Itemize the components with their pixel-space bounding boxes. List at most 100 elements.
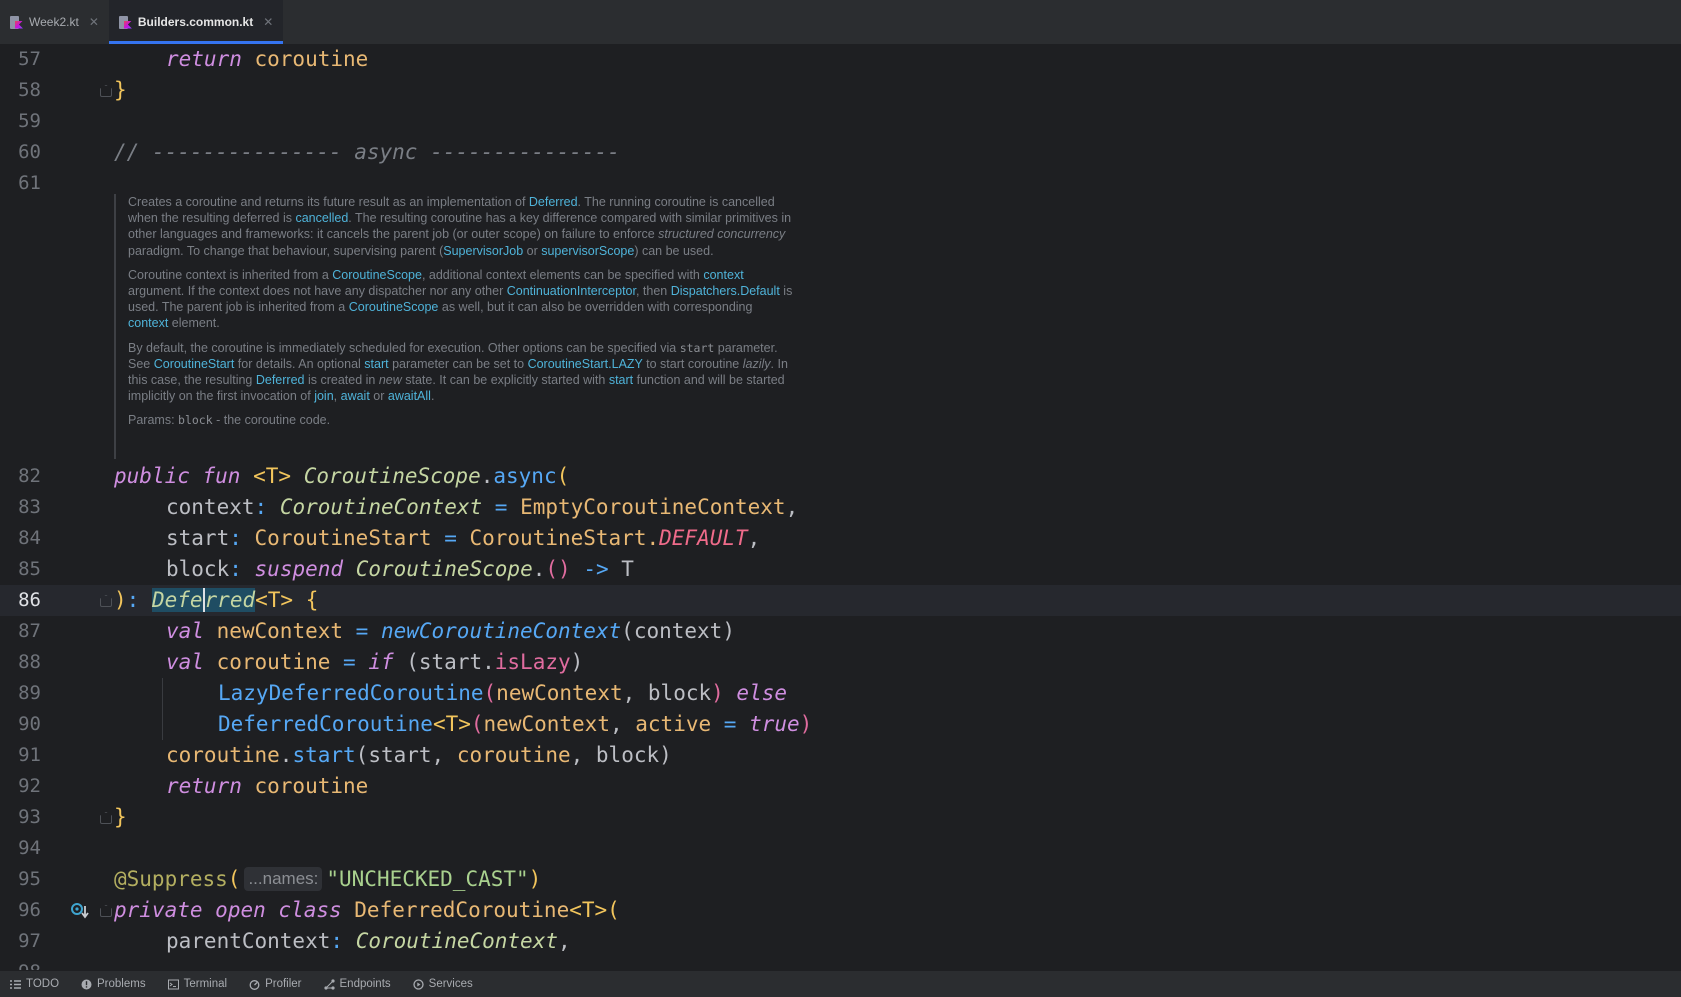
code-line[interactable]: 82 public fun <T> CoroutineScope.async( xyxy=(0,461,1681,492)
kotlin-file-icon xyxy=(10,15,23,29)
doc-link[interactable]: start xyxy=(609,373,633,387)
code-line[interactable]: 92 return coroutine xyxy=(0,771,1681,802)
fold-marker-icon[interactable] xyxy=(100,812,112,824)
line-number: 94 xyxy=(18,837,41,859)
todo-tool-button[interactable]: TODO xyxy=(10,978,59,990)
code-line[interactable]: 57 return coroutine xyxy=(0,44,1681,75)
doc-link[interactable]: context xyxy=(703,268,743,282)
dot: . xyxy=(480,464,494,488)
doc-link[interactable]: CoroutineStart.LAZY xyxy=(528,357,643,371)
code-line[interactable]: 98 xyxy=(0,957,1681,970)
line-number: 98 xyxy=(0,957,41,970)
doc-link[interactable]: await xyxy=(341,389,370,403)
doc-link[interactable]: supervisorScope xyxy=(541,244,634,258)
annotation: @Suppress xyxy=(114,867,228,891)
return-type: T xyxy=(621,557,634,581)
doc-link[interactable]: awaitAll xyxy=(388,389,431,403)
line-number: 86 xyxy=(18,589,41,611)
doc-link[interactable]: CoroutineStart xyxy=(154,357,235,371)
code-line-current[interactable]: 86 ): Deferred<T> { xyxy=(0,585,1681,616)
fold-marker-icon[interactable] xyxy=(100,905,112,917)
keyword: if xyxy=(368,650,394,674)
doc-link[interactable]: Deferred xyxy=(529,195,578,209)
function-call: start xyxy=(292,743,356,767)
doc-link[interactable]: join xyxy=(314,389,333,403)
close-icon[interactable]: ✕ xyxy=(263,15,273,29)
type-parameter: <T> xyxy=(569,898,608,922)
paren: ) xyxy=(711,681,724,705)
comma: , xyxy=(747,526,761,550)
doc-link[interactable]: ContinuationInterceptor xyxy=(507,284,636,298)
parameter-type: CoroutineStart xyxy=(254,526,432,550)
paren: ) xyxy=(799,712,813,736)
doc-link[interactable]: CoroutineScope xyxy=(332,268,422,282)
arguments: (start. xyxy=(393,650,495,674)
doc-link[interactable]: cancelled xyxy=(295,211,348,225)
problems-tool-button[interactable]: Problems xyxy=(81,978,146,990)
code-line[interactable]: 59 xyxy=(0,106,1681,137)
code-line[interactable]: 84 start: CoroutineStart = CoroutineStar… xyxy=(0,523,1681,554)
code-line[interactable]: 93 } xyxy=(0,802,1681,833)
terminal-icon xyxy=(167,979,179,989)
tab-builders-common[interactable]: Builders.common.kt ✕ xyxy=(108,0,284,44)
code-line[interactable]: 91 coroutine.start(start, coroutine, blo… xyxy=(0,740,1681,771)
function-call: newCoroutineContext xyxy=(380,619,622,643)
tool-button-label: Services xyxy=(428,978,473,990)
code-line[interactable]: 83 context: CoroutineContext = EmptyCoro… xyxy=(0,492,1681,523)
argument: newContext xyxy=(483,712,610,736)
code-line[interactable]: 88 val coroutine = if (start.isLazy) xyxy=(0,647,1681,678)
line-number: 91 xyxy=(18,744,41,766)
doc-link[interactable]: CoroutineScope xyxy=(349,300,439,314)
keyword: class xyxy=(278,898,342,922)
code-editor[interactable]: 57 return coroutine 58 } 59 60 // ------… xyxy=(0,44,1681,970)
keyword: suspend xyxy=(254,557,344,581)
code-line[interactable]: 87 val newContext = newCoroutineContext(… xyxy=(0,616,1681,647)
close-icon[interactable]: ✕ xyxy=(89,15,99,29)
editor-tab-bar: Week2.kt ✕ Builders.common.kt ✕ xyxy=(0,0,1681,44)
tab-week2[interactable]: Week2.kt ✕ xyxy=(0,0,109,44)
line-number: 93 xyxy=(18,806,41,828)
code-line[interactable]: 85 block: suspend CoroutineScope.() -> T xyxy=(0,554,1681,585)
code-line[interactable]: 94 xyxy=(0,833,1681,864)
paren: ) xyxy=(570,650,584,674)
implemented-by-subclass-icon[interactable] xyxy=(70,901,90,921)
endpoints-tool-button[interactable]: Endpoints xyxy=(323,978,391,990)
tool-button-label: TODO xyxy=(26,978,60,990)
code-line[interactable]: 58 } xyxy=(0,75,1681,106)
named-argument: active xyxy=(635,712,712,736)
services-tool-button[interactable]: Services xyxy=(413,978,473,990)
fold-marker-icon[interactable] xyxy=(100,595,112,607)
colon: : xyxy=(229,526,242,550)
terminal-tool-button[interactable]: Terminal xyxy=(167,978,227,990)
paren: ) xyxy=(528,867,542,891)
keyword: return xyxy=(166,774,242,798)
string-literal: "UNCHECKED_CAST" xyxy=(326,867,529,891)
doc-paragraph: Coroutine context is inherited from a Co… xyxy=(128,267,793,331)
parens: () xyxy=(545,557,571,581)
code-line[interactable]: 97 parentContext: CoroutineContext, xyxy=(0,926,1681,957)
doc-link[interactable]: start xyxy=(364,357,388,371)
keyword: val xyxy=(166,650,204,674)
code-line[interactable]: 96 private open class DeferredCoroutine<… xyxy=(0,895,1681,926)
doc-link[interactable]: SupervisorJob xyxy=(443,244,523,258)
colon: : xyxy=(126,588,152,612)
doc-link[interactable]: Dispatchers.Default xyxy=(671,284,780,298)
profiler-tool-button[interactable]: Profiler xyxy=(249,978,302,990)
code-line[interactable]: 95 @Suppress(...names: "UNCHECKED_CAST") xyxy=(0,864,1681,895)
line-number: 87 xyxy=(18,620,41,642)
argument: coroutine xyxy=(456,743,571,767)
colon: : xyxy=(330,929,344,953)
doc-link[interactable]: context xyxy=(128,316,168,330)
code-line[interactable]: 89 LazyDeferredCoroutine(newContext, blo… xyxy=(0,678,1681,709)
parameter-hint[interactable]: ...names: xyxy=(244,867,323,891)
fold-marker-icon[interactable] xyxy=(100,85,112,97)
property: isLazy xyxy=(494,650,571,674)
type-parameter: <T> xyxy=(253,464,292,488)
parameter-name: start xyxy=(166,526,230,550)
doc-link[interactable]: Deferred xyxy=(256,373,305,387)
code-line[interactable]: 60 // --------------- async ------------… xyxy=(0,137,1681,168)
code-line[interactable]: 90 DeferredCoroutine<T>(newContext, acti… xyxy=(0,709,1681,740)
text-cursor: rred xyxy=(202,588,256,612)
keyword: else xyxy=(723,681,787,705)
rendered-doc-comment[interactable]: Creates a coroutine and returns its futu… xyxy=(114,194,794,459)
